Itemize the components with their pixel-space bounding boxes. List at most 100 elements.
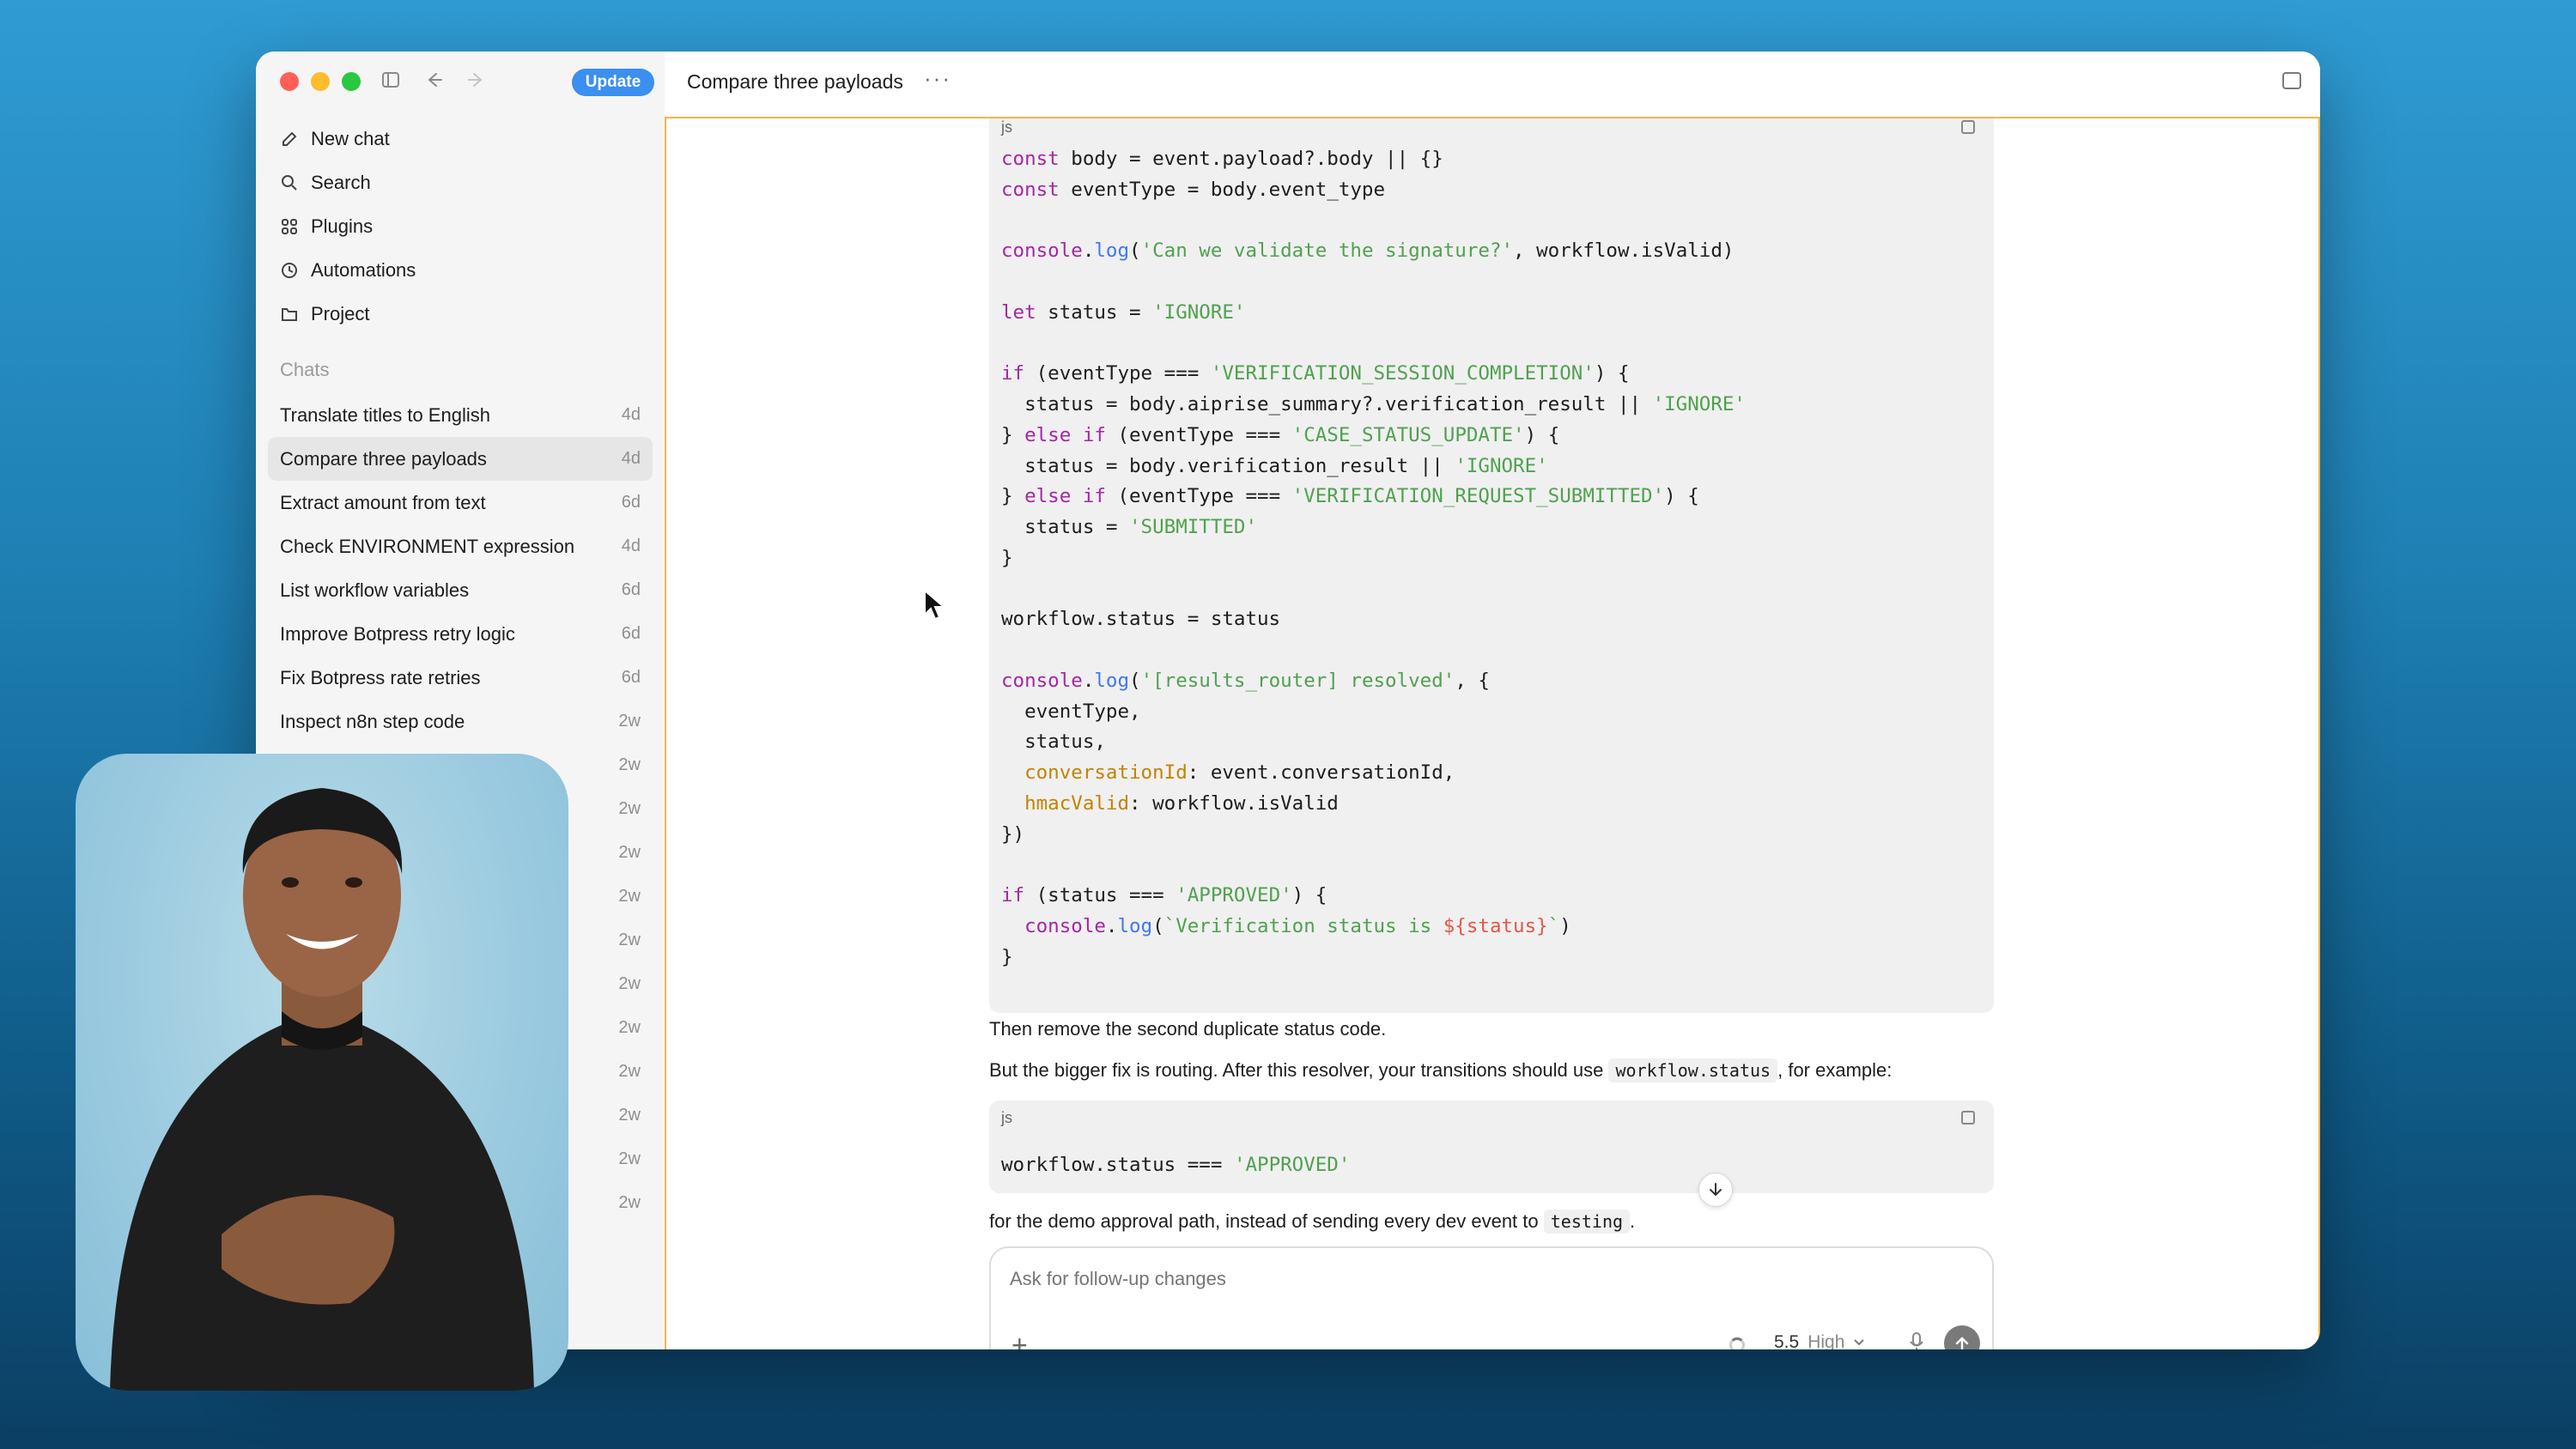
chat-age: 2w [618,931,641,949]
code-line: console.log('Can we validate the signatu… [1001,239,1735,263]
nav-automations[interactable]: Automations [268,248,653,292]
paragraph-text: , for example: [1777,1059,1893,1081]
follow-up-input[interactable] [1008,1267,1870,1291]
composer: + 5.5 High [989,1246,1994,1349]
chat-age: 2w [618,1149,641,1168]
chat-age: 2w [618,1062,641,1081]
reasoning-effort: High [1807,1332,1845,1349]
code-line: let status = 'IGNORE' [1001,300,1246,324]
code-line: workflow.status === 'APPROVED' [1001,1154,1351,1176]
clock-icon [282,262,297,278]
code-language-label: js [1001,118,1012,136]
window-controls [280,72,361,91]
code-line: const eventType = body.event_type [1001,178,1386,201]
loading-spinner-icon [1729,1337,1745,1349]
code-line: }) [1001,822,1025,846]
response-paragraph: Then remove the second duplicate status … [989,1018,1387,1040]
microphone-icon[interactable] [1910,1332,1923,1349]
search-icon [282,174,297,191]
sidebar-toggle-icon[interactable] [381,70,400,89]
forward-arrow-icon[interactable] [467,70,486,89]
more-options-button[interactable]: ··· [924,65,951,92]
send-button[interactable] [1944,1325,1980,1349]
code-line: if (status === 'APPROVED') { [1001,884,1327,906]
chat-title: Check ENVIRONMENT expression [280,535,575,557]
chat-age: 2w [618,712,641,731]
code-line: status, [1001,731,1106,754]
edit-icon [283,131,297,146]
chat-item[interactable]: Extract amount from text 6d [268,481,653,524]
chat-title: Extract amount from text [280,491,486,513]
arrow-down-icon [1710,1183,1722,1197]
model-selector[interactable]: 5.5 High [1774,1332,1865,1349]
paragraph-text: for the demo approval path, instead of s… [989,1210,1544,1232]
scroll-to-bottom-button[interactable] [1698,1173,1733,1207]
chat-age: 4d [621,449,641,468]
chat-item-active[interactable]: Compare three payloads 4d [268,437,653,481]
chat-title: Compare three payloads [280,447,487,470]
webcam-overlay [76,754,568,1391]
code-line: status = 'SUBMITTED' [1001,516,1258,538]
presenter-illustration [110,788,534,1391]
code-language-label: js [1001,1109,1012,1126]
chat-item[interactable]: Check ENVIRONMENT expression 4d [268,524,653,568]
add-attachment-button[interactable]: + [1012,1331,1028,1349]
conversation-area: js const body = event.payload?.body || {… [665,118,2320,1349]
code-line: eventType, [1001,700,1141,723]
chat-title: Fix Botpress rate retries [280,666,481,688]
code-line: } [1001,546,1013,569]
chat-age: 6d [621,668,641,687]
paragraph-text: But the bigger fix is routing. After thi… [989,1059,1609,1081]
nav-new-chat[interactable]: New chat [268,117,653,161]
minimize-window-button[interactable] [311,72,330,91]
code-line: } else if (eventType === 'CASE_STATUS_UP… [1001,423,1560,446]
side-panel-toggle-icon[interactable] [2282,72,2301,89]
nav-plugins[interactable]: Plugins [268,204,653,248]
chat-age: 6d [621,624,641,643]
chat-title: Inspect n8n step code [280,710,465,732]
chat-age: 4d [621,537,641,555]
plugins-icon [282,218,297,234]
sidebar-nav: New chat Search Plugins Automations Proj… [268,117,653,336]
code-line: console.log(`Verification status is ${st… [1024,914,1571,937]
inline-code: testing [1543,1210,1631,1234]
chats-section-label: Chats [280,359,330,380]
chat-item[interactable]: Fix Botpress rate retries 6d [268,656,653,700]
back-arrow-icon[interactable] [424,70,443,89]
code-line: status = body.verification_result || 'IG… [1001,454,1548,477]
chat-item[interactable]: Translate titles to English 4d [268,393,653,437]
response-paragraph: But the bigger fix is routing. After thi… [989,1058,1893,1082]
chat-item[interactable]: List workflow variables 6d [268,568,653,612]
chat-age: 2w [618,887,641,906]
chat-title: Improve Botpress retry logic [280,622,515,645]
chat-title: Translate titles to English [280,403,490,426]
update-button[interactable]: Update [572,69,654,96]
nav-search[interactable]: Search [268,161,653,204]
nav-label: Project [311,302,370,324]
code-line: } [1001,945,1013,968]
chat-title-header: Compare three payloads [687,70,903,93]
arrow-up-icon [1955,1337,1969,1349]
chat-title: List workflow variables [280,579,470,601]
code-line: } else if (eventType === 'VERIFICATION_R… [1001,485,1699,508]
zoom-window-button[interactable] [342,72,361,91]
mouse-cursor-icon [924,589,946,621]
nav-project[interactable]: Project [268,292,653,336]
chat-age: 6d [621,493,641,512]
inline-code: workflow.status [1608,1058,1778,1082]
chat-age: 2w [618,1106,641,1125]
close-window-button[interactable] [280,72,299,91]
copy-icon[interactable] [1961,120,1975,134]
chat-age: 4d [621,405,641,424]
code-line: if (eventType === 'VERIFICATION_SESSION_… [1001,362,1630,385]
nav-label: New chat [311,127,390,149]
code-line: console.log('[results_router] resolved',… [1001,669,1490,692]
chevron-down-icon [1854,1339,1865,1346]
code-line: conversationId: event.conversationId, [1024,761,1455,784]
nav-label: Plugins [311,215,374,237]
paragraph-text: . [1630,1210,1636,1232]
copy-icon[interactable] [1961,1111,1975,1125]
chat-item[interactable]: Improve Botpress retry logic 6d [268,612,653,656]
code-line: hmacValid: workflow.isValid [1024,791,1339,815]
chat-item[interactable]: Inspect n8n step code 2w [268,700,653,743]
